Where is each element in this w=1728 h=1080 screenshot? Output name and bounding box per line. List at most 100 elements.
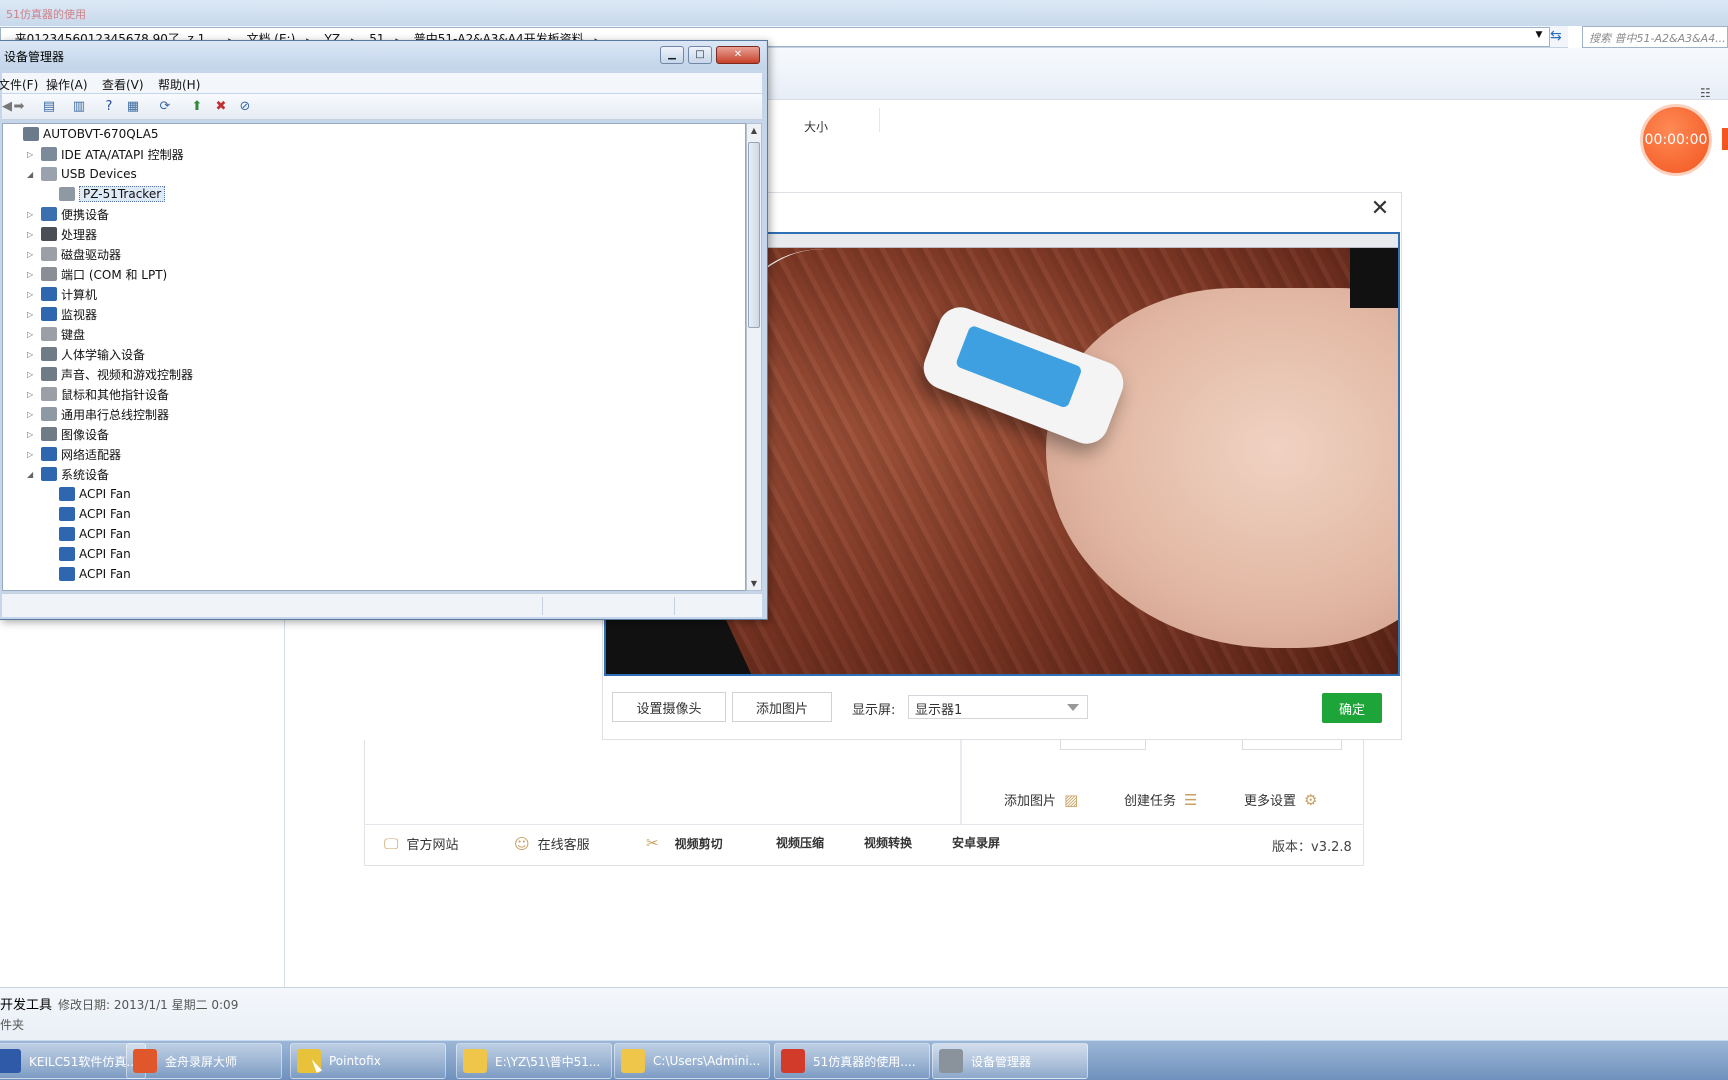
forward-arrow-icon[interactable]: ➡ [10,98,28,116]
timer-side-tab[interactable] [1722,128,1728,150]
refresh-icon[interactable]: ⇆ [1550,28,1568,46]
recorder-hidden-button[interactable] [1060,740,1146,750]
expand-toggle-icon[interactable]: ◢ [27,470,37,479]
expand-toggle-icon[interactable]: ▷ [27,270,37,279]
device-manager-title-bar[interactable]: 设备管理器 ▁ □ ✕ [0,41,766,69]
tree-item[interactable]: ▷ 计算机 [27,284,97,304]
tree-item[interactable]: ▷ 图像设备 [27,424,109,444]
tree-item[interactable]: ▷ 人体学输入设备 [27,344,145,364]
device-tree[interactable]: AUTOBVT-670QLA5 ▷ IDE ATA/ATAPI 控制器 ◢ USB De… [2,123,746,591]
tree-item[interactable]: ▷ 通用串行总线控制器 [27,404,169,424]
device-category-icon [41,287,57,301]
view-list-icon[interactable]: ▦ [124,98,142,116]
taskbar-button[interactable]: KEILC51软件仿真... [0,1043,146,1079]
tree-item-label: 键盘 [61,327,86,342]
address-dropdown-icon[interactable]: ▼ [1532,30,1546,44]
device-category-icon [41,467,57,481]
expand-toggle-icon[interactable]: ▷ [27,390,37,399]
update-driver-icon[interactable]: ⬆ [188,98,206,116]
expand-toggle-icon[interactable]: ▷ [27,430,37,439]
recording-timer[interactable]: 00:00:00 [1640,104,1712,176]
add-image-button[interactable]: 添加图片 [732,692,832,722]
navigation-pane-divider[interactable] [284,560,285,988]
tree-item[interactable]: ACPI Fan [45,504,131,524]
close-icon[interactable]: ✕ [716,46,760,64]
tree-item[interactable]: ▷ 处理器 [27,224,97,244]
uninstall-icon[interactable]: ✖ [212,98,230,116]
official-website-link[interactable]: 🖵 官方网站 [384,834,458,854]
explorer-search-input[interactable]: 搜索 普中51-A2&A3&A4... [1582,26,1728,48]
tree-item[interactable]: ▷ 便携设备 [27,204,109,224]
expand-toggle-icon[interactable]: ▷ [27,290,37,299]
close-x-icon[interactable]: ✕ [1368,198,1392,222]
scroll-down-icon[interactable]: ▼ [749,579,759,588]
taskbar-button[interactable]: C:\Users\Admini... [614,1043,770,1079]
tree-item-label: 声音、视频和游戏控制器 [61,367,194,382]
device-category-icon [41,447,57,461]
menu-action[interactable]: 操作(A) [46,76,88,93]
tree-item[interactable]: ACPI Fan [45,544,131,564]
recorder-create-task-button[interactable]: 创建任务 ☰ [1124,790,1197,810]
expand-toggle-icon[interactable]: ▷ [27,150,37,159]
expand-toggle-icon[interactable]: ▷ [27,350,37,359]
expand-toggle-icon[interactable]: ▷ [27,330,37,339]
tree-item[interactable]: ▷ 监视器 [27,304,97,324]
scan-hardware-icon[interactable]: ⟳ [156,98,174,116]
tree-item[interactable]: ▷ 网络适配器 [27,444,121,464]
tree-item[interactable]: ACPI Fan [45,484,131,504]
expand-toggle-icon[interactable]: ▷ [27,210,37,219]
taskbar-button-label: 设备管理器 [971,1054,1032,1069]
minimize-icon[interactable]: ▁ [660,46,684,64]
set-camera-button[interactable]: 设置摄像头 [612,692,726,722]
display-select[interactable]: 显示器1 [908,695,1088,719]
expand-toggle-icon[interactable]: ▷ [27,410,37,419]
device-category-icon [59,487,75,501]
menu-view[interactable]: 查看(V) [102,76,144,93]
tree-item[interactable]: AUTOBVT-670QLA5 [9,124,159,144]
online-support-link[interactable]: ☺ 在线客服 [514,834,590,854]
scroll-thumb[interactable] [748,142,760,328]
taskbar-button[interactable]: 设备管理器 [932,1043,1088,1079]
properties-icon[interactable]: ▥ [70,98,88,116]
expand-toggle-icon[interactable]: ◢ [27,170,37,179]
scene-dark-corner [1350,248,1398,308]
tree-item[interactable]: ◢ 系统设备 [27,464,109,484]
menu-help[interactable]: 帮助(H) [158,76,200,93]
taskbar-button[interactable]: 51仿真器的使用.... [774,1043,930,1079]
tree-item[interactable]: ▷ IDE ATA/ATAPI 控制器 [27,144,184,164]
tree-item[interactable]: ▷ 磁盘驱动器 [27,244,121,264]
video-convert-link[interactable]: 视频转换 [864,834,912,851]
tree-item[interactable]: ▷ 端口 (COM 和 LPT) [27,264,167,284]
recorder-hidden-button[interactable] [1242,740,1342,750]
video-compress-link[interactable]: 视频压缩 [776,834,824,851]
view-options-icon[interactable]: ☷ [1700,86,1711,100]
tree-item[interactable]: PZ-51Tracker [45,184,166,204]
recorder-add-image-button[interactable]: 添加图片 ▨ [1004,790,1078,810]
tree-item[interactable]: ACPI Fan [45,524,131,544]
maximize-icon[interactable]: □ [688,46,712,64]
taskbar-button[interactable]: E:\YZ\51\普中51... [456,1043,612,1079]
help-icon[interactable]: ? [100,98,118,116]
video-cut-link[interactable]: ✂ 视频剪切 [646,834,723,852]
expand-toggle-icon[interactable]: ▷ [27,450,37,459]
tree-item[interactable]: ◢ USB Devices [27,164,137,184]
tree-item[interactable]: ACPI Fan [45,564,131,584]
tree-item[interactable]: ▷ 鼠标和其他指针设备 [27,384,169,404]
disable-device-icon[interactable]: ⊘ [236,98,254,116]
scroll-up-icon[interactable]: ▲ [749,126,759,135]
menu-file[interactable]: 文件(F) [0,76,38,93]
taskbar-button[interactable]: 金舟录屏大师 [126,1043,282,1079]
expand-toggle-icon[interactable]: ▷ [27,310,37,319]
tree-item[interactable]: ▷ 键盘 [27,324,85,344]
expand-toggle-icon[interactable]: ▷ [27,230,37,239]
device-category-icon [41,267,57,281]
tree-scrollbar[interactable]: ▲ ▼ [746,123,762,591]
expand-toggle-icon[interactable]: ▷ [27,250,37,259]
expand-toggle-icon[interactable]: ▷ [27,370,37,379]
show-hide-tree-icon[interactable]: ▤ [40,98,58,116]
recorder-more-settings-button[interactable]: 更多设置 ⚙ [1244,790,1317,810]
display-select-value: 显示器1 [915,703,963,718]
ok-button[interactable]: 确定 [1322,693,1382,723]
android-record-link[interactable]: 安卓录屏 [952,834,1000,851]
tree-item[interactable]: ▷ 声音、视频和游戏控制器 [27,364,193,384]
